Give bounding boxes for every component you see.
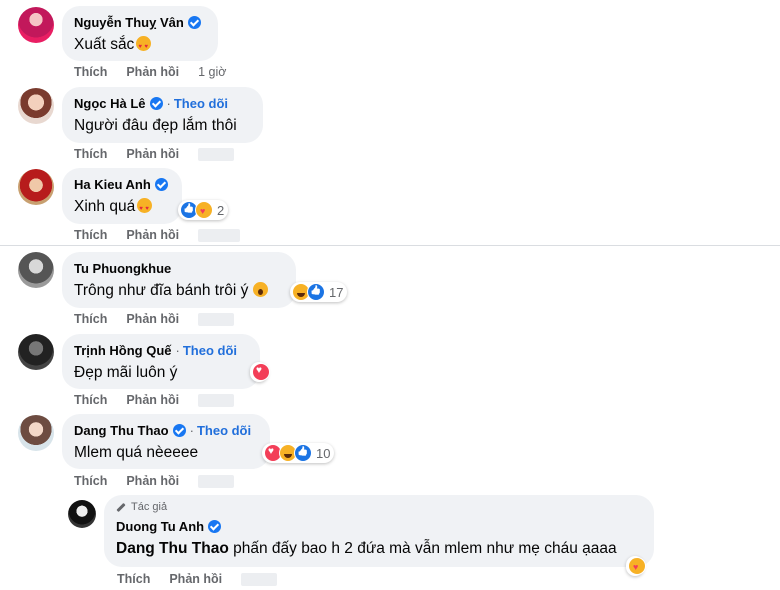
reply-button[interactable]: Phản hồi bbox=[126, 474, 179, 488]
reaction-summary[interactable]: 2 bbox=[178, 200, 229, 220]
like-button[interactable]: Thích bbox=[74, 312, 107, 326]
reply-text: phấn đấy bao h 2 đứa mà vẫn mlem như mẹ … bbox=[228, 540, 617, 557]
comment-text: Trông như đĩa bánh trôi ý bbox=[74, 282, 249, 299]
mention-link[interactable]: Dang Thu Thao bbox=[116, 540, 229, 557]
follow-button[interactable]: Theo dõi bbox=[183, 343, 237, 358]
separator-dot: · bbox=[189, 422, 194, 438]
follow-button[interactable]: Theo dõi bbox=[174, 96, 228, 111]
reply-button[interactable]: Phản hồi bbox=[126, 228, 179, 242]
comment-actions: Thích Phản hồi bbox=[74, 311, 253, 327]
comment-actions: Thích Phản hồi bbox=[74, 146, 253, 162]
separator-dot: · bbox=[175, 342, 180, 358]
comment-actions: Thích Phản hồi bbox=[74, 392, 253, 408]
heart-eyes-emoji-icon bbox=[136, 36, 152, 57]
comment-text: Đẹp mãi luôn ý bbox=[74, 364, 178, 381]
commenter-name[interactable]: Ha Kieu Anh bbox=[74, 177, 151, 192]
like-reaction-icon bbox=[307, 283, 325, 301]
care-reaction-icon bbox=[628, 557, 646, 575]
verified-badge-icon bbox=[208, 519, 222, 533]
reaction-summary[interactable] bbox=[626, 556, 646, 576]
reply-bubble: Tác giả Duong Tu Anh Dang Thu Thao phấn … bbox=[104, 495, 654, 567]
commenter-name[interactable]: Ngọc Hà Lê bbox=[74, 96, 146, 111]
verified-badge-icon bbox=[149, 96, 163, 110]
verified-badge-icon bbox=[172, 423, 186, 437]
comment-actions: Thích Phản hồi 1 giờ bbox=[74, 64, 245, 80]
reply-button[interactable]: Phản hồi bbox=[169, 572, 222, 586]
comment-bubble: Dang Thu Thao · Theo dõi Mlem quá nèeeee bbox=[62, 414, 270, 469]
comment-text: Xinh quá bbox=[74, 198, 136, 215]
verified-badge-icon bbox=[187, 15, 201, 29]
like-reaction-icon bbox=[294, 444, 312, 462]
blurred-timestamp bbox=[198, 312, 235, 326]
reaction-count: 2 bbox=[217, 202, 225, 218]
commenter-name[interactable]: Duong Tu Anh bbox=[116, 519, 204, 534]
author-badge: Tác giả bbox=[131, 501, 168, 513]
reply-button[interactable]: Phản hồi bbox=[126, 147, 179, 161]
commenter-name[interactable]: Trịnh Hồng Quế bbox=[74, 343, 172, 358]
comment-bubble: Ngọc Hà Lê · Theo dõi Người đâu đẹp lắm … bbox=[62, 87, 263, 143]
comment-bubble: Nguyễn Thuỵ Vân Xuất sắc bbox=[62, 6, 218, 61]
heart-eyes-emoji-icon bbox=[137, 198, 153, 219]
avatar[interactable] bbox=[18, 88, 54, 124]
comment-text: Người đâu đẹp lắm thôi bbox=[74, 117, 237, 134]
comment-actions: Thích Phản hồi bbox=[74, 227, 259, 243]
commenter-name[interactable]: Tu Phuongkhue bbox=[74, 261, 171, 276]
blurred-timestamp bbox=[198, 474, 235, 488]
separator-dot: · bbox=[166, 95, 171, 111]
like-button[interactable]: Thích bbox=[74, 65, 107, 79]
comment-bubble: Tu Phuongkhue Trông như đĩa bánh trôi ý bbox=[62, 252, 296, 308]
comment-bubble: Trịnh Hồng Quế · Theo dõi Đẹp mãi luôn ý bbox=[62, 334, 260, 389]
reply-actions: Thích Phản hồi bbox=[117, 571, 296, 587]
commenter-name[interactable]: Nguyễn Thuỵ Vân bbox=[74, 15, 184, 30]
avatar[interactable] bbox=[18, 334, 54, 370]
comment-actions: Thích Phản hồi bbox=[74, 473, 253, 489]
avatar[interactable] bbox=[18, 169, 54, 205]
verified-badge-icon bbox=[154, 177, 168, 191]
blurred-timestamp bbox=[198, 147, 235, 161]
blurred-timestamp bbox=[241, 572, 278, 586]
avatar[interactable] bbox=[68, 500, 96, 528]
blurred-timestamp bbox=[198, 228, 241, 242]
reaction-count: 17 bbox=[329, 284, 344, 300]
like-button[interactable]: Thích bbox=[74, 228, 107, 242]
love-reaction-icon bbox=[252, 363, 270, 381]
commenter-name[interactable]: Dang Thu Thao bbox=[74, 423, 169, 438]
reply-button[interactable]: Phản hồi bbox=[126, 65, 179, 79]
reply-button[interactable]: Phản hồi bbox=[126, 312, 179, 326]
like-button[interactable]: Thích bbox=[74, 474, 107, 488]
pencil-icon bbox=[116, 502, 126, 512]
avatar[interactable] bbox=[18, 7, 54, 43]
like-button[interactable]: Thích bbox=[74, 147, 107, 161]
avatar[interactable] bbox=[18, 252, 54, 288]
comment-text: Mlem quá nèeeee bbox=[74, 444, 199, 461]
reaction-count: 10 bbox=[316, 445, 331, 461]
reaction-summary[interactable]: 10 bbox=[262, 443, 335, 463]
shocked-emoji-icon bbox=[253, 282, 269, 297]
follow-button[interactable]: Theo dõi bbox=[197, 423, 251, 438]
blurred-timestamp bbox=[198, 393, 235, 407]
care-reaction-icon bbox=[195, 201, 213, 219]
reaction-summary[interactable]: 17 bbox=[290, 282, 348, 302]
reply-button[interactable]: Phản hồi bbox=[126, 393, 179, 407]
reaction-summary[interactable] bbox=[250, 362, 270, 382]
screenshot-seam bbox=[0, 245, 780, 246]
comment-time[interactable]: 1 giờ bbox=[198, 65, 226, 79]
like-button[interactable]: Thích bbox=[117, 572, 150, 586]
avatar[interactable] bbox=[18, 415, 54, 451]
comment-bubble: Ha Kieu Anh Xinh quá bbox=[62, 168, 182, 224]
comment-text: Xuất sắc bbox=[74, 36, 135, 53]
like-button[interactable]: Thích bbox=[74, 393, 107, 407]
